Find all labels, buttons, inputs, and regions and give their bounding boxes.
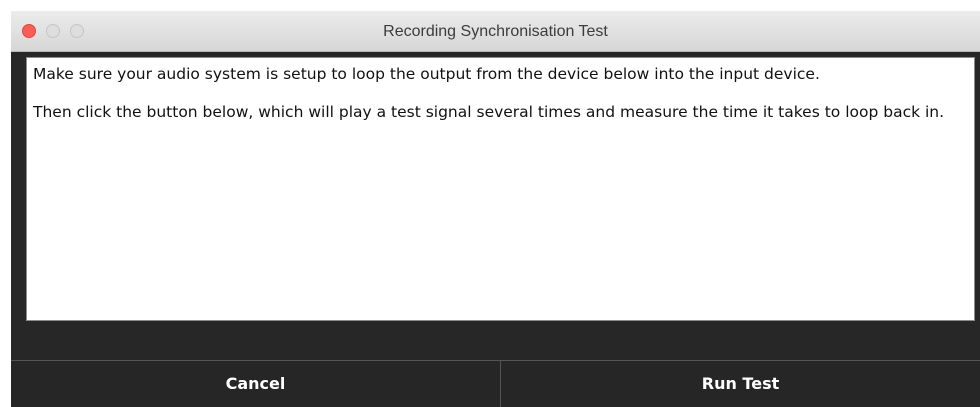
instructions-text-area: Make sure your audio system is setup to … — [26, 57, 975, 321]
run-test-button[interactable]: Run Test — [501, 361, 980, 407]
instruction-paragraph-2: Then click the button below, which will … — [33, 103, 945, 121]
dialog-button-bar: Cancel Run Test — [11, 360, 980, 407]
dialog-window: Recording Synchronisation Test Make sure… — [11, 11, 980, 407]
cancel-button[interactable]: Cancel — [11, 361, 501, 407]
window-title: Recording Synchronisation Test — [383, 23, 608, 40]
instruction-paragraph-1: Make sure your audio system is setup to … — [33, 65, 820, 83]
title-bar[interactable]: Recording Synchronisation Test — [11, 11, 980, 52]
